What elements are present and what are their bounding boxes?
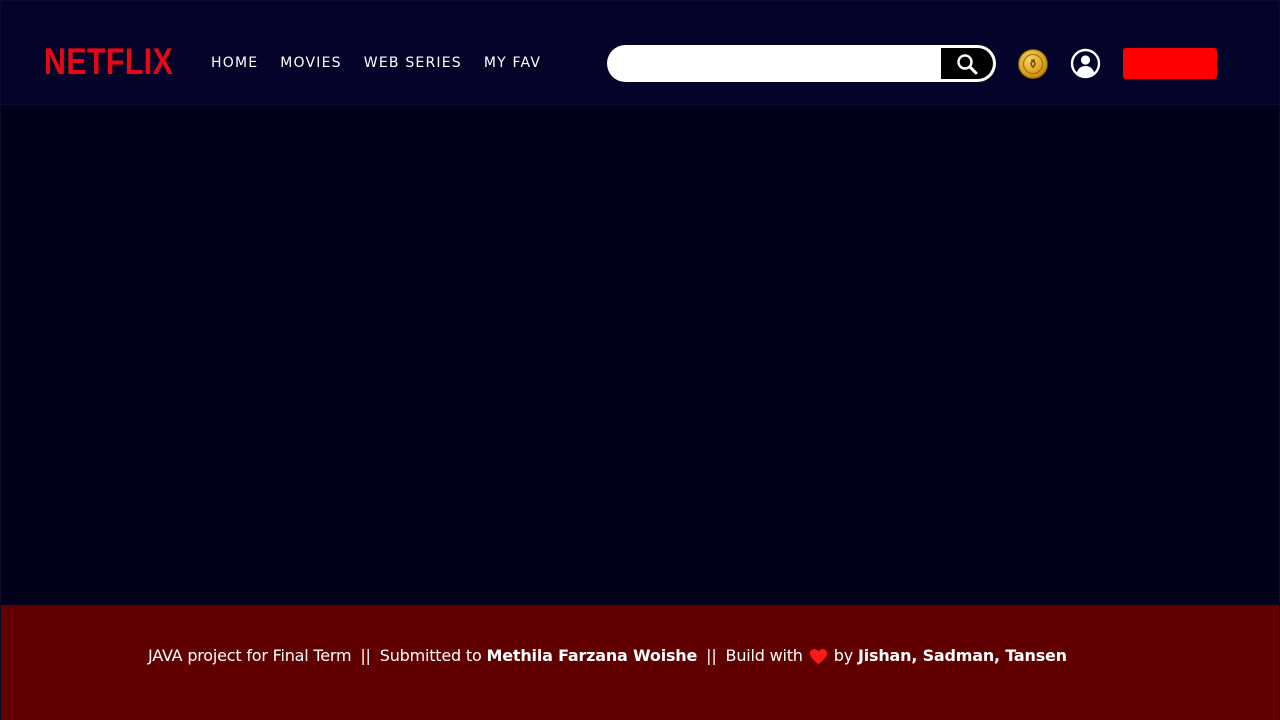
gold-coin-icon[interactable]: ⚱: [1018, 49, 1048, 79]
search-icon: [957, 53, 978, 74]
footer-separator: ||: [706, 646, 717, 665]
nav-web-series[interactable]: WEB SERIES: [364, 53, 462, 73]
app-window: NETFLIX HOME MOVIES WEB SERIES MY FAV ⚱: [0, 0, 1280, 720]
footer-by: by: [833, 646, 853, 665]
heart-icon: [809, 648, 827, 664]
coin-emblem: ⚱: [1023, 54, 1043, 74]
nav-home[interactable]: HOME: [211, 53, 258, 73]
main-nav: HOME MOVIES WEB SERIES MY FAV: [211, 53, 563, 73]
user-circle-icon[interactable]: [1070, 48, 1101, 79]
search-input[interactable]: [607, 45, 941, 82]
footer-credits: JAVA project for Final Term || Submitted…: [148, 645, 1067, 667]
search-bar: [607, 45, 996, 82]
footer-submitted-to: Submitted to: [379, 646, 482, 665]
nav-movies[interactable]: MOVIES: [280, 53, 342, 73]
red-action-button[interactable]: [1123, 48, 1217, 79]
footer-instructor-name: Methila Farzana Woishe: [486, 646, 698, 665]
netflix-logo[interactable]: NETFLIX: [44, 42, 173, 82]
footer-separator: ||: [360, 646, 371, 665]
footer-build-with: Build with: [725, 646, 803, 665]
footer-authors: Jishan, Sadman, Tansen: [857, 646, 1067, 665]
search-button[interactable]: [941, 48, 993, 79]
nav-my-fav[interactable]: MY FAV: [484, 53, 541, 73]
footer-project-text: JAVA project for Final Term: [148, 646, 352, 665]
top-nav-bar: NETFLIX HOME MOVIES WEB SERIES MY FAV ⚱: [1, 1, 1279, 105]
